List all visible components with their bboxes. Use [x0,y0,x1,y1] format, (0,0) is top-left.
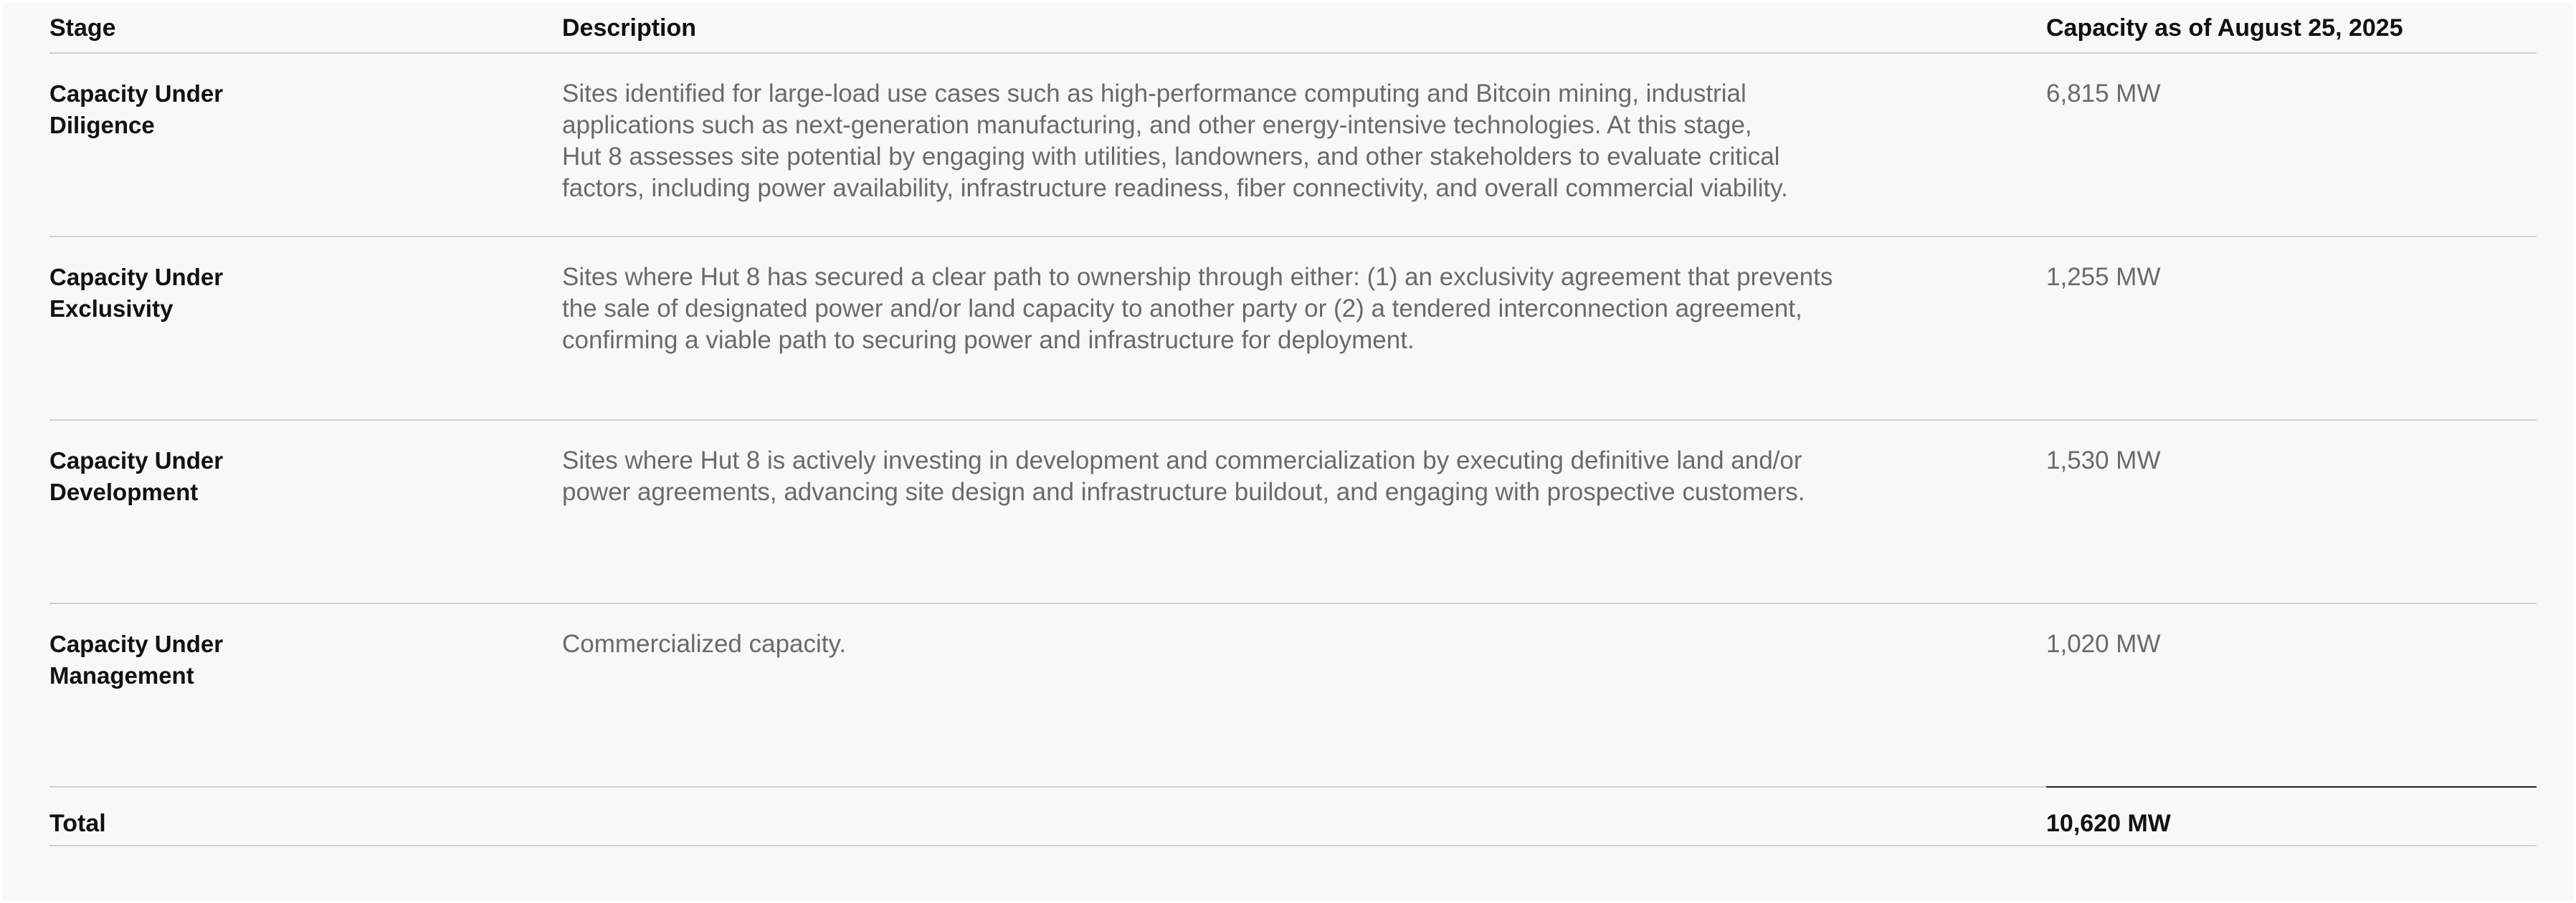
stage-label: Capacity Under Exclusivity [49,264,224,322]
stage-capacity: 1,020 MW [2046,630,2161,658]
stage-label: Capacity Under Management [49,631,224,689]
stage-capacity: 1,530 MW [2046,446,2161,474]
capacity-table: Stage Description Capacity as of August … [49,2,2537,846]
total-rule [2046,786,2537,788]
stage-label: Capacity Under Diligence [49,80,224,138]
table-row-diligence: Capacity Under Diligence Sites identifie… [49,54,2537,237]
total-capacity: 10,620 MW [2046,810,2171,837]
page: Stage Description Capacity as of August … [2,2,2574,901]
stage-description: Sites identified for large-load use case… [562,80,1788,202]
table-row-management: Capacity Under Management Commercialized… [49,604,2537,788]
stage-capacity: 1,255 MW [2046,263,2161,291]
stage-capacity: 6,815 MW [2046,80,2161,108]
stage-description: Sites where Hut 8 is actively investing … [562,446,1805,506]
stage-label: Capacity Under Development [49,447,224,505]
header-description: Description [562,14,697,42]
stage-description: Sites where Hut 8 has secured a clear pa… [562,263,1833,354]
header-stage: Stage [49,14,116,42]
header-capacity: Capacity as of August 25, 2025 [2046,14,2403,42]
table-total-row: Total 10,620 MW [49,786,2537,846]
table-row-development: Capacity Under Development Sites where H… [49,421,2537,604]
total-label: Total [49,810,106,837]
table-row-exclusivity: Capacity Under Exclusivity Sites where H… [49,237,2537,421]
stage-description: Commercialized capacity. [562,630,847,658]
table-header-row: Stage Description Capacity as of August … [49,2,2537,54]
